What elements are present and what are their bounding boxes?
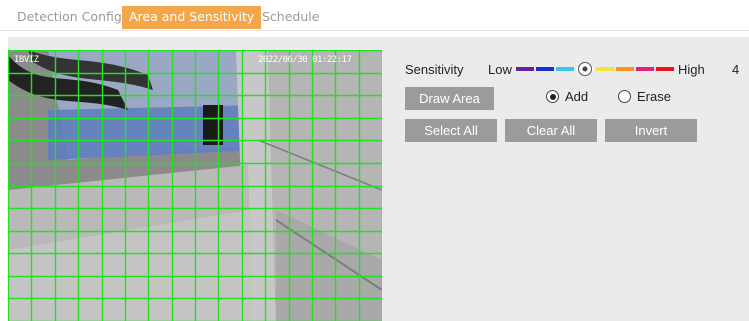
tab-area-and-sensitivity[interactable]: Area and Sensitivity <box>122 6 262 29</box>
slider-segment <box>596 67 614 71</box>
camera-preview[interactable]: IBVIZ 2022/06/30 01:22:17 <box>8 50 382 321</box>
erase-radio[interactable]: Erase <box>618 89 671 104</box>
draw-area-button[interactable]: Draw Area <box>405 87 494 110</box>
osd-camera-name: IBVIZ <box>14 55 39 65</box>
tab-detection-config[interactable]: Detection Config <box>10 6 129 28</box>
slider-thumb[interactable] <box>578 62 592 76</box>
select-all-button[interactable]: Select All <box>405 119 497 142</box>
tab-schedule[interactable]: Schedule <box>255 6 326 28</box>
add-radio[interactable]: Add <box>546 89 588 104</box>
slider-segment <box>636 67 654 71</box>
erase-radio-dot[interactable] <box>618 90 631 103</box>
slider-segment <box>516 67 534 71</box>
sensitivity-high-label: High <box>678 62 705 77</box>
slider-segment <box>536 67 554 71</box>
sensitivity-label: Sensitivity <box>405 62 464 77</box>
sensitivity-value: 4 <box>732 62 740 77</box>
slider-segment <box>616 67 634 71</box>
sensitivity-slider[interactable] <box>513 60 678 78</box>
add-radio-dot[interactable] <box>546 90 559 103</box>
add-radio-label: Add <box>565 89 589 104</box>
settings-panel: IBVIZ 2022/06/30 01:22:17 Sensitivity Lo… <box>8 37 749 321</box>
slider-segment <box>656 67 674 71</box>
sensitivity-low-label: Low <box>488 62 512 77</box>
tab-bar: Detection Config Area and Sensitivity Sc… <box>0 0 749 31</box>
osd-timestamp: 2022/06/30 01:22:17 <box>258 55 352 65</box>
camera-scene <box>8 50 382 321</box>
invert-button[interactable]: Invert <box>605 119 697 142</box>
slider-segment <box>556 67 574 71</box>
erase-radio-label: Erase <box>637 89 671 104</box>
clear-all-button[interactable]: Clear All <box>505 119 597 142</box>
